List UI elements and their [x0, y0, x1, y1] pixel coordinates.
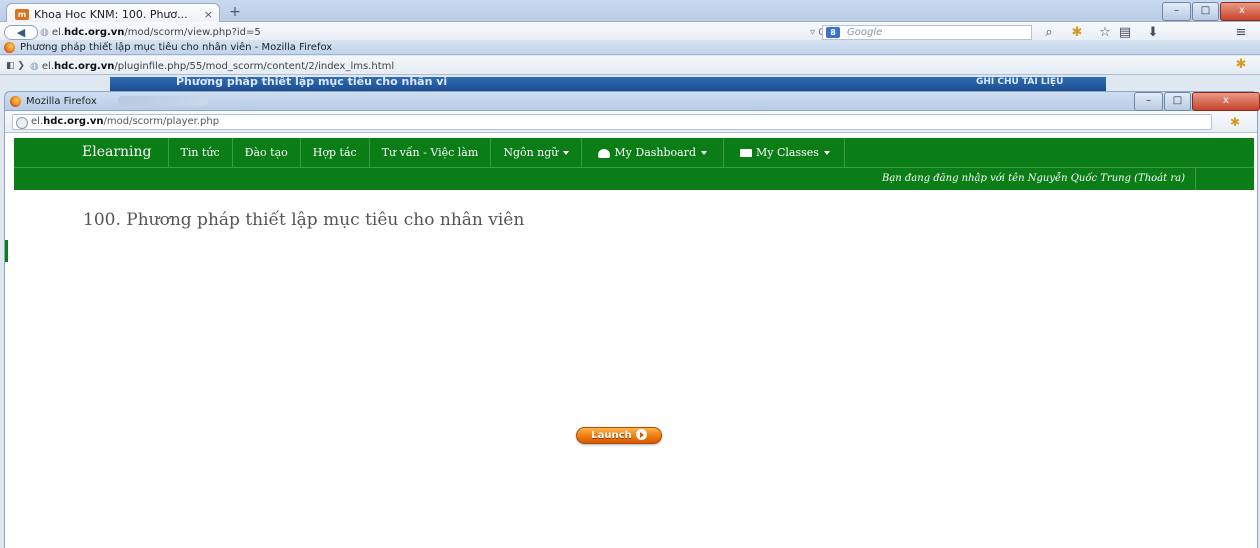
download-icon[interactable]: ⬇	[1144, 25, 1162, 41]
close-button[interactable]: x	[1220, 2, 1260, 21]
search-engine-icon: 8	[826, 27, 840, 38]
url-prefix: el.	[41, 61, 55, 72]
url-path: /mod/scorm/player.php	[103, 116, 220, 127]
nav-label: My Classes	[756, 146, 819, 159]
nav-item-ngon-ngu[interactable]: Ngôn ngữ	[490, 138, 581, 167]
nav-label: Ngôn ngữ	[503, 146, 559, 159]
background-window-edge	[5, 240, 8, 262]
blurred-tab	[117, 96, 208, 106]
window2-title: Phương pháp thiết lập mục tiêu cho nhân …	[20, 41, 333, 53]
nav-item-my-classes[interactable]: My Classes	[723, 138, 845, 167]
nav-item-tu-van[interactable]: Tư vấn - Việc làm	[368, 138, 491, 167]
globe-icon: ◍	[40, 27, 52, 38]
play-icon	[635, 429, 647, 440]
window3-title: Mozilla Firefox	[26, 95, 97, 107]
tab-title: Khoa Hoc KNM: 100. Phươ...	[34, 7, 188, 21]
url-prefix: el.	[31, 116, 44, 127]
nav-label: Hợp tác	[312, 146, 357, 159]
nav-menu: Elearning Tin tức Đào tạo Hợp tác Tư vấn…	[14, 138, 845, 167]
window2-titlebar: Phương pháp thiết lập mục tiêu cho nhân …	[0, 40, 1260, 55]
nav-label: My Dashboard	[614, 146, 697, 159]
url-domain: hdc.org.vn	[64, 27, 125, 38]
back-arrow-icon: ◀	[16, 26, 26, 39]
launch-button[interactable]: Launch	[576, 427, 662, 444]
maximize-button[interactable]: □	[1164, 92, 1191, 111]
url-path: /pluginfile.php/55/mod_scorm/content/2/i…	[114, 61, 395, 72]
url-domain: hdc.org.vn	[54, 61, 115, 72]
browser-tab[interactable]: m Khoa Hoc KNM: 100. Phươ... ×	[6, 3, 220, 22]
history-arrows-icon[interactable]: ◧ ❯	[6, 59, 30, 73]
nav-item-my-dashboard[interactable]: My Dashboard	[581, 138, 723, 167]
scorm-header-bar: Phương pháp thiết lập mục tiêu cho nhân …	[110, 77, 1106, 91]
briefcase-icon	[740, 149, 753, 157]
window2-url-bar[interactable]: ◍ el.hdc.org.vn/pluginfile.php/55/mod_sc…	[30, 60, 830, 74]
site-navbar: Elearning Tin tức Đào tạo Hợp tác Tư vấn…	[14, 138, 1254, 191]
caret-down-icon	[701, 151, 708, 155]
search-input[interactable]: 8 Google	[822, 25, 1032, 40]
scorm-notes-docs[interactable]: GHI CHÚ TÀI LIỆU	[976, 77, 1063, 90]
brand-link[interactable]: Elearning	[14, 138, 168, 167]
nav-label: Tin tức	[180, 146, 220, 159]
firefox-icon	[10, 95, 21, 107]
caret-down-icon	[563, 151, 570, 155]
addon-icon[interactable]: ✱	[1068, 25, 1086, 41]
launch-label: Launch	[591, 430, 632, 441]
minimize-button[interactable]: –	[1162, 2, 1191, 21]
url-domain: hdc.org.vn	[43, 116, 104, 127]
nav-item-tin-tuc[interactable]: Tin tức	[167, 138, 232, 167]
login-strip: Bạn đang đăng nhập với tên Nguyễn Quốc T…	[14, 167, 1254, 191]
window3-url-bar[interactable]: el.hdc.org.vn/mod/scorm/player.php	[12, 114, 1212, 130]
new-tab-button[interactable]: +	[226, 4, 244, 20]
bookmarks-list-icon[interactable]: ▤	[1116, 25, 1134, 41]
caret-down-icon	[823, 151, 830, 155]
firefox-icon	[4, 41, 15, 53]
url-prefix: el.	[51, 27, 65, 38]
nav-item-hop-tac[interactable]: Hợp tác	[299, 138, 369, 167]
bookmark-star-icon[interactable]: ☆	[1096, 25, 1114, 41]
nav-item-dao-tao[interactable]: Đào tạo	[231, 138, 300, 167]
dashboard-icon	[598, 148, 611, 158]
page-title: 100. Phương pháp thiết lập mục tiêu cho …	[83, 210, 525, 230]
globe-icon	[16, 117, 28, 129]
tab-close-icon[interactable]: ×	[204, 8, 213, 21]
back-button[interactable]: ◀	[4, 25, 38, 40]
search-icon[interactable]: ⌕	[1040, 25, 1058, 41]
nav-label: Đào tạo	[244, 146, 288, 159]
minimize-button[interactable]: –	[1134, 92, 1163, 111]
window1-controls: – □ x	[1162, 2, 1260, 21]
scorm-title: Phương pháp thiết lập mục tiêu cho nhân …	[176, 77, 448, 88]
addon-icon[interactable]: ✱	[1226, 115, 1244, 129]
nav-label: Tư vấn - Việc làm	[381, 146, 479, 159]
globe-icon: ◍	[30, 61, 42, 72]
url-bar[interactable]: ◍ el.hdc.org.vn/mod/scorm/view.php?id=5	[40, 25, 800, 40]
login-info[interactable]: Bạn đang đăng nhập với tên Nguyễn Quốc T…	[882, 168, 1196, 191]
maximize-button[interactable]: □	[1192, 2, 1219, 21]
search-placeholder: Google	[847, 27, 883, 38]
url-path: /mod/scorm/view.php?id=5	[124, 27, 261, 38]
window3-controls: – □ x	[1134, 92, 1260, 111]
close-button[interactable]: x	[1192, 92, 1260, 111]
addon-icon[interactable]: ✱	[1232, 57, 1250, 73]
menu-icon[interactable]: ≡	[1232, 25, 1250, 41]
window3-titlebar: Mozilla Firefox	[4, 91, 1258, 111]
main-content	[14, 190, 1254, 548]
site-favicon-icon: m	[15, 8, 29, 20]
